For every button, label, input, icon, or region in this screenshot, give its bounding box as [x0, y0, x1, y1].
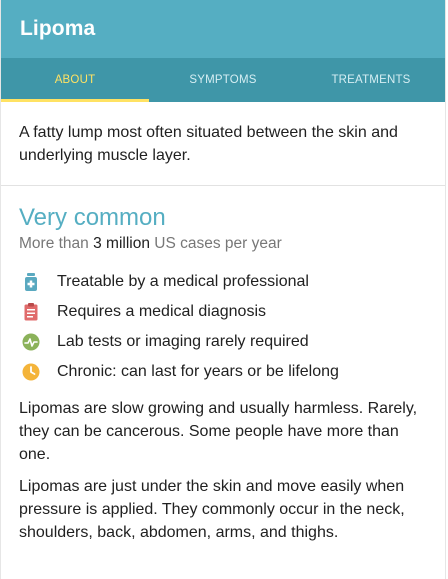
- prevalence-heading: Very common: [19, 204, 166, 231]
- medicine-bottle-icon: [19, 270, 43, 294]
- cases-count: 3 million: [93, 235, 150, 252]
- cases-suffix: US cases per year: [149, 235, 282, 252]
- clipboard-icon: [19, 300, 43, 324]
- tab-about[interactable]: ABOUT: [1, 58, 149, 102]
- tab-treatments[interactable]: TREATMENTS: [297, 58, 445, 102]
- lab-test-icon: [19, 330, 43, 354]
- condition-description: A fatty lump most often situated between…: [1, 102, 445, 186]
- fact-item: Chronic: can last for years or be lifelo…: [19, 357, 427, 387]
- tab-bar: ABOUT SYMPTOMS TREATMENTS: [1, 58, 445, 102]
- tab-symptoms[interactable]: SYMPTOMS: [149, 58, 297, 102]
- overview-paragraph: Lipomas are just under the skin and move…: [19, 478, 405, 541]
- cases-per-year: More than 3 million US cases per year: [19, 235, 427, 253]
- fact-text: Chronic: can last for years or be lifelo…: [57, 363, 339, 380]
- header-bar: Lipoma: [1, 0, 445, 58]
- cases-prefix: More than: [19, 235, 94, 252]
- page-title: Lipoma: [20, 17, 96, 40]
- fact-text: Lab tests or imaging rarely required: [57, 333, 309, 350]
- fact-text: Requires a medical diagnosis: [57, 303, 266, 320]
- fact-item: Treatable by a medical professional: [19, 267, 427, 297]
- fact-text: Treatable by a medical professional: [57, 273, 309, 290]
- fact-item: Lab tests or imaging rarely required: [19, 327, 427, 357]
- fact-list: Treatable by a medical professional Requ…: [19, 267, 427, 387]
- clock-icon: [19, 360, 43, 384]
- condition-card: Lipoma ABOUT SYMPTOMS TREATMENTS A fatty…: [0, 0, 446, 579]
- fact-item: Requires a medical diagnosis: [19, 297, 427, 327]
- overview-paragraph: Lipomas are slow growing and usually har…: [19, 400, 418, 463]
- about-section: Very common More than 3 million US cases…: [1, 186, 445, 544]
